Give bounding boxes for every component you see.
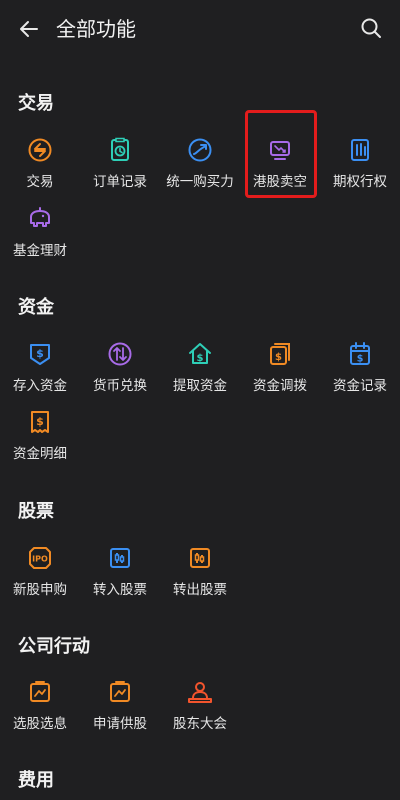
feature-label: 转出股票	[173, 582, 227, 598]
feature-fund-details[interactable]: $ 资金明细	[0, 400, 80, 462]
page-title: 全部功能	[56, 17, 136, 41]
feature-withdraw[interactable]: $ 提取资金	[160, 332, 240, 394]
feature-label: 转入股票	[93, 582, 147, 598]
stock-out-icon	[190, 548, 210, 568]
feature-scrip-dividend[interactable]: 选股选息	[0, 670, 80, 732]
search-button[interactable]	[356, 13, 386, 43]
feature-label: 基金理财	[13, 243, 67, 259]
feature-label: 股东大会	[173, 716, 227, 732]
arrow-left-icon	[20, 21, 38, 37]
calendar-dollar-icon: $	[350, 342, 370, 365]
top-bar: 全部功能	[0, 0, 400, 56]
svg-text:$: $	[36, 415, 44, 428]
ipo-icon: IPO	[29, 547, 51, 569]
meeting-icon	[188, 682, 212, 703]
section-title-corporate-actions: 公司行动	[18, 636, 90, 657]
chart-doc-icon	[30, 681, 50, 702]
feature-fund-transfer[interactable]: $ 资金调拨	[240, 332, 320, 394]
short-chart-icon	[270, 141, 290, 160]
currency-exchange-icon	[108, 342, 132, 366]
feature-hk-short-sell[interactable]: 港股卖空	[240, 128, 320, 190]
feature-label: 统一购买力	[166, 174, 234, 190]
feature-option-exercise[interactable]: 期权行权	[320, 128, 400, 190]
transfer-icon: $	[270, 343, 290, 365]
clock-doc-icon	[111, 137, 129, 161]
fund-piggy-icon	[30, 207, 50, 227]
feature-stock-transfer-in[interactable]: 转入股票	[80, 536, 160, 598]
section-title-stocks: 股票	[18, 501, 54, 522]
feature-trade[interactable]: 交易	[0, 128, 80, 190]
section-title-fees: 费用	[18, 770, 54, 791]
feature-label: 存入资金	[13, 378, 67, 394]
feature-label: 新股申购	[13, 582, 67, 598]
feature-label: 选股选息	[13, 716, 67, 732]
feature-ipo-subscription[interactable]: IPO 新股申购	[0, 536, 80, 598]
feature-shareholder-meeting[interactable]: 股东大会	[160, 670, 240, 732]
feature-fund-wealth[interactable]: 基金理财	[0, 197, 80, 259]
chart-doc-icon	[110, 681, 130, 702]
option-exercise-icon	[351, 139, 369, 161]
feature-label: 港股卖空	[253, 174, 307, 190]
feature-label: 提取资金	[173, 378, 227, 394]
feature-label: 申请供股	[93, 716, 147, 732]
feature-stock-transfer-out[interactable]: 转出股票	[160, 536, 240, 598]
back-button[interactable]	[14, 14, 44, 44]
deposit-icon: $	[30, 344, 50, 365]
swap-circle-icon	[28, 138, 52, 162]
feature-label: 资金记录	[333, 378, 387, 394]
feature-label: 货币兑换	[93, 378, 147, 394]
feature-fund-records[interactable]: $ 资金记录	[320, 332, 400, 394]
feature-label: 期权行权	[333, 174, 387, 190]
section-title-funds: 资金	[18, 297, 54, 318]
section-title-trade: 交易	[18, 93, 54, 114]
svg-text:IPO: IPO	[32, 555, 48, 564]
power-circle-icon	[188, 138, 212, 162]
feature-label: 资金调拨	[253, 378, 307, 394]
feature-order-records[interactable]: 订单记录	[80, 128, 160, 190]
feature-rights-issue[interactable]: 申请供股	[80, 670, 160, 732]
svg-text:$: $	[197, 353, 204, 364]
feature-label: 订单记录	[93, 174, 147, 190]
svg-text:$: $	[275, 352, 282, 363]
svg-text:$: $	[36, 347, 44, 360]
search-icon	[361, 18, 381, 38]
feature-currency-exchange[interactable]: 货币兑换	[80, 332, 160, 394]
svg-text:$: $	[357, 354, 364, 365]
feature-label: 资金明细	[13, 446, 67, 462]
stock-in-icon	[110, 548, 130, 568]
feature-buying-power[interactable]: 统一购买力	[160, 128, 240, 190]
withdraw-house-icon: $	[189, 343, 211, 364]
dollar-doc-icon: $	[31, 411, 49, 433]
feature-label: 交易	[26, 174, 54, 190]
feature-deposit[interactable]: $ 存入资金	[0, 332, 80, 394]
